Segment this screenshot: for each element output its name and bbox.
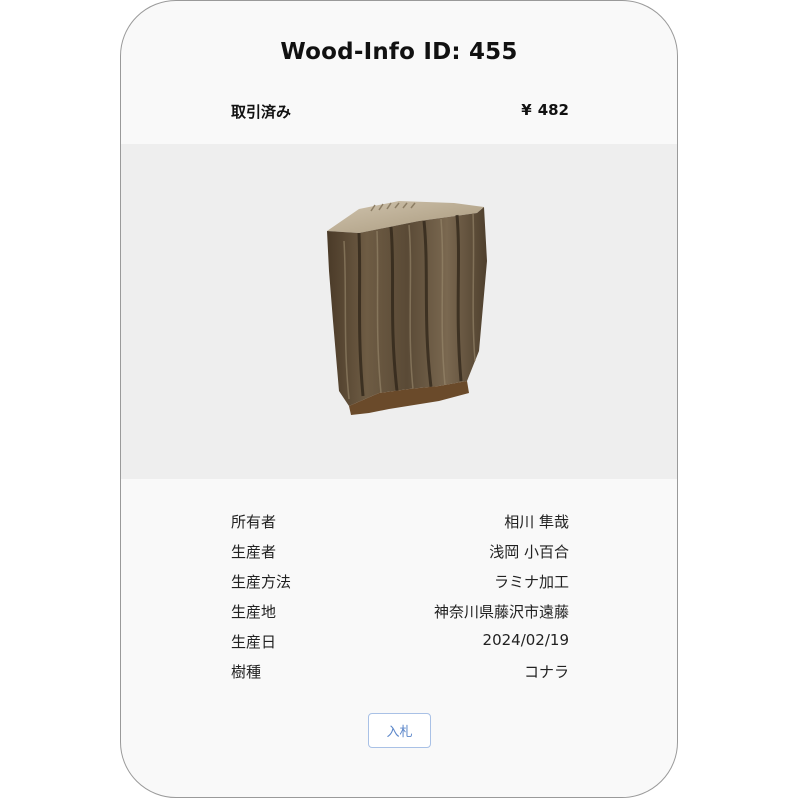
- detail-value: 相川 隼哉: [504, 513, 569, 531]
- detail-label: 所有者: [231, 513, 277, 531]
- detail-production-method: 生産方法 ラミナ加工: [231, 571, 569, 601]
- detail-producer: 生産者 浅岡 小百合: [231, 541, 569, 571]
- detail-label: 生産地: [231, 603, 277, 621]
- transaction-status: 取引済み: [231, 103, 292, 121]
- details-list: 所有者 相川 隼哉 生産者 浅岡 小百合 生産方法 ラミナ加工 生産地 神奈川県…: [231, 511, 569, 691]
- page-title: Wood-Info ID: 455: [280, 39, 518, 65]
- detail-label: 生産日: [231, 633, 277, 651]
- detail-value: 浅岡 小百合: [489, 543, 569, 561]
- detail-value: 2024/02/19: [482, 631, 569, 649]
- price: ¥482: [521, 101, 569, 119]
- wood-log-image: [327, 201, 487, 415]
- detail-owner: 所有者 相川 隼哉: [231, 511, 569, 541]
- yen-symbol: ¥: [521, 101, 532, 119]
- bid-button[interactable]: 入札: [368, 713, 431, 748]
- price-value: 482: [537, 101, 569, 119]
- detail-value: ラミナ加工: [493, 573, 569, 591]
- product-image-area: [121, 144, 677, 479]
- wood-info-card: Wood-Info ID: 455 取引済み ¥482 所有者 相川 隼哉 生産…: [120, 0, 678, 798]
- detail-production-place: 生産地 神奈川県藤沢市遠藤: [231, 601, 569, 631]
- detail-label: 生産方法: [231, 573, 292, 591]
- detail-value: 神奈川県藤沢市遠藤: [433, 603, 569, 621]
- detail-value: コナラ: [523, 663, 569, 681]
- detail-production-date: 生産日 2024/02/19: [231, 631, 569, 661]
- status-row: 取引済み ¥482: [231, 101, 569, 123]
- detail-label: 生産者: [231, 543, 277, 561]
- detail-tree-species: 樹種 コナラ: [231, 661, 569, 691]
- detail-label: 樹種: [231, 663, 262, 681]
